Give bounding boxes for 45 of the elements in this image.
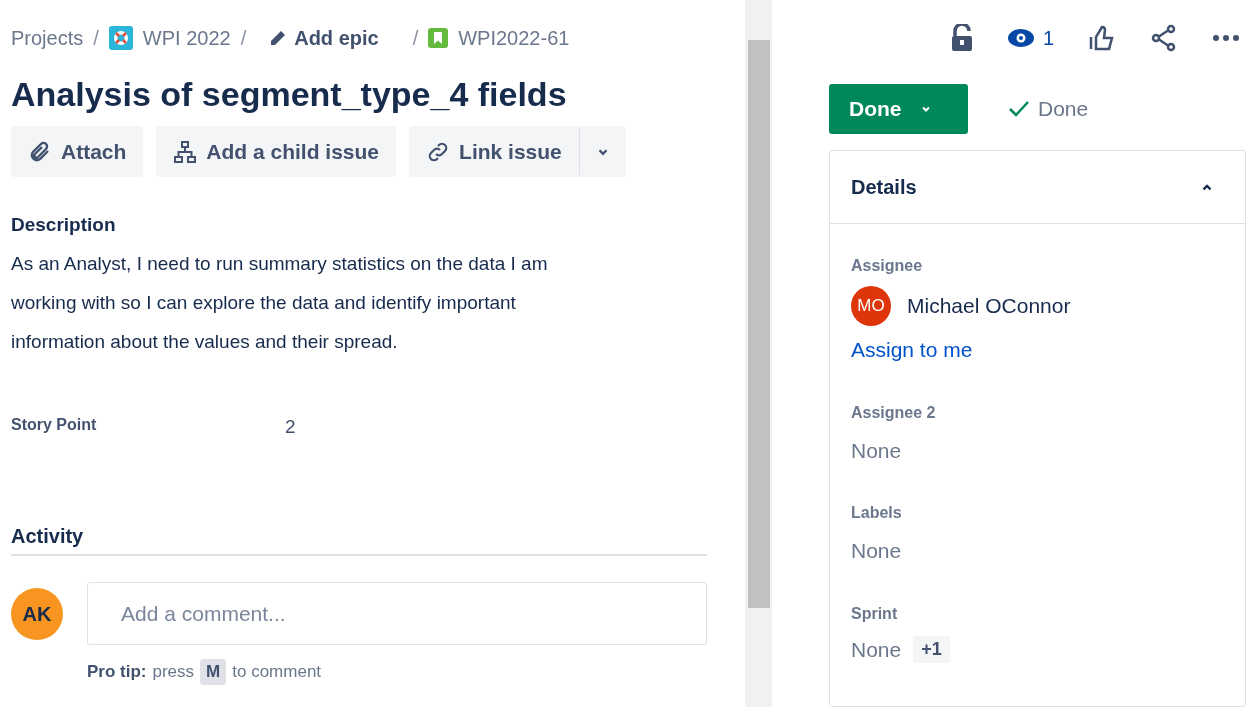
description-heading: Description — [11, 213, 117, 237]
thumbs-up-icon[interactable] — [1088, 24, 1116, 52]
breadcrumb-separator: / — [240, 26, 247, 51]
attachment-icon — [28, 139, 52, 164]
field-label: Assignee 2 — [851, 402, 937, 423]
breadcrumb-link[interactable]: WPI 2022 — [142, 23, 231, 53]
eye-icon — [1006, 28, 1035, 48]
count-badge: +1 — [913, 635, 950, 663]
details-header[interactable]: Details — [830, 151, 1245, 224]
breadcrumb-separator: / — [412, 26, 419, 51]
scrollbar[interactable] — [745, 0, 772, 707]
breadcrumb-link[interactable]: Projects — [11, 23, 84, 53]
issue-title: Analysis of segment_type_4 fields — [11, 74, 568, 115]
resolution-text: Done — [1038, 96, 1089, 123]
pro-tip-text: Pro tip: press M to comment — [87, 659, 707, 685]
hierarchy-icon — [173, 139, 198, 164]
more-icon[interactable] — [1212, 34, 1240, 42]
unlocked-padlock-icon[interactable] — [950, 24, 973, 52]
activity-heading: Activity — [11, 524, 85, 549]
share-icon[interactable] — [1150, 24, 1178, 52]
story-icon — [428, 28, 449, 48]
field-label: Sprint — [851, 603, 899, 624]
field-value: None — [851, 538, 903, 564]
field-label: Assignee — [851, 256, 924, 276]
status-button[interactable]: Done — [829, 84, 968, 134]
action-button[interactable]: Add a child issue — [156, 126, 397, 177]
description-text: As an Analyst, I need to run summary statistics on the data I am working with so I can explore the data and identify important information about the values and their spread. — [11, 251, 549, 354]
checkmark-icon — [1008, 100, 1030, 118]
comment-input[interactable]: Add a comment... — [87, 582, 707, 645]
assign-to-me-link[interactable]: Assign to me — [851, 334, 973, 366]
field-value: None — [851, 636, 902, 663]
field-label: Labels — [851, 503, 903, 523]
field-label: Story Point — [11, 414, 98, 435]
action-button[interactable]: Attach — [11, 126, 144, 177]
add-epic-button[interactable]: Add epic — [270, 23, 379, 53]
field-value: None — [851, 437, 903, 464]
assignee-name: Michael OConnor — [907, 293, 1071, 320]
field-value: 2 — [285, 414, 296, 439]
user-avatar: AK — [11, 588, 63, 640]
watchers-button[interactable]: 1 — [1006, 23, 1054, 53]
pencil-icon — [270, 30, 287, 46]
project-icon — [108, 26, 133, 50]
breadcrumb-link[interactable]: WPI2022-61 — [458, 23, 570, 53]
assignee-avatar: MO — [851, 286, 891, 326]
breadcrumb-separator: / — [93, 26, 99, 51]
